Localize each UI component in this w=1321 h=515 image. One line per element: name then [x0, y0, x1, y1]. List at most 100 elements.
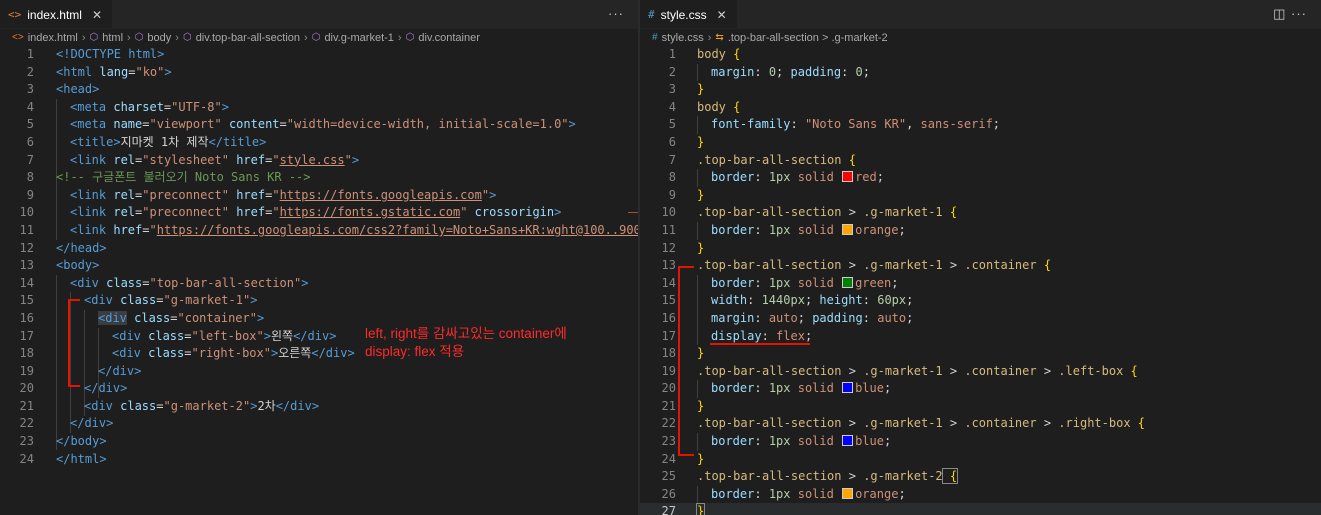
right-tab-bar: # style.css ✕ ◫ ···: [640, 0, 1321, 29]
code-line: 12}: [661, 240, 705, 255]
color-swatch[interactable]: [842, 435, 854, 447]
html-file-icon: <>: [8, 8, 22, 21]
code-line: 2 margin: 0; padding: 0;: [668, 64, 871, 79]
code-line: 14 border: 1px solid green;: [661, 275, 899, 290]
element-icon: ⬡: [89, 32, 99, 43]
close-icon[interactable]: ✕: [92, 8, 102, 22]
close-icon[interactable]: ✕: [717, 8, 727, 22]
element-icon: ⬡: [405, 32, 415, 43]
link[interactable]: https://fonts.googleapis.com: [280, 188, 482, 202]
more-actions-icon[interactable]: ···: [608, 6, 624, 21]
css-file-icon: #: [648, 8, 655, 21]
annotation-bracket: [68, 299, 70, 387]
element-icon: ⬡: [134, 32, 144, 43]
annotation-bracket: [68, 299, 80, 301]
chevron-right-icon: ›: [397, 31, 402, 44]
code-line: 1 <!DOCTYPE html>: [26, 47, 165, 61]
html-code-editor[interactable]: 1 <!DOCTYPE html> 2 <html lang="ko"> 3 <hea…: [0, 46, 638, 515]
code-line: 4 <meta charset="UTF-8">: [26, 99, 229, 114]
color-swatch[interactable]: [842, 487, 854, 499]
code-line: 3 <head>: [26, 82, 100, 97]
code-line: 15 width: 1440px; height: 60px;: [661, 293, 914, 308]
breadcrumb-item[interactable]: body: [147, 32, 171, 44]
color-swatch[interactable]: [842, 171, 854, 183]
breadcrumb: <> index.html › ⬡ html › ⬡ body › ⬡ div.…: [0, 29, 638, 46]
tab-label: index.html: [27, 7, 82, 22]
code-line: 9 <link rel="preconnect" href="https://fo…: [26, 187, 497, 202]
code-line: 13 <body>: [19, 258, 100, 273]
code-line: 6}: [668, 134, 705, 149]
tab-index-html[interactable]: <> index.html ✕: [0, 0, 113, 28]
code-line: 10 .top-bar-all-section > .g-market-1 {: [661, 205, 958, 220]
annotation-bracket: [678, 454, 694, 456]
breadcrumb: # style.css › ⇆ .top-bar-all-section > .…: [640, 29, 1321, 46]
code-line: 10 <link rel="preconnect" href="https://f…: [19, 205, 562, 220]
link[interactable]: style.css: [280, 153, 345, 167]
code-line: 23 </body>: [19, 434, 107, 449]
chevron-right-icon: ›: [304, 31, 308, 44]
tab-style-css[interactable]: # style.css ✕: [640, 0, 737, 28]
code-line: 22 .top-bar-all-section > .g-market-1 > .…: [661, 416, 1145, 431]
code-line: 15 <div class="g-market-1">: [19, 293, 258, 308]
chevron-right-icon: ›: [81, 31, 86, 44]
annotation-note: left, right를 감싸고있는 container에 display: f…: [365, 326, 567, 359]
chevron-right-icon: ›: [175, 31, 179, 44]
code-line: 7 .top-bar-all-section {: [668, 152, 856, 167]
code-line: 19 </div>: [19, 363, 142, 378]
scroll-marker: [628, 212, 638, 213]
code-line: 9}: [668, 187, 705, 202]
annotation-bracket: [68, 385, 80, 387]
chevron-right-icon: ›: [127, 31, 131, 44]
breadcrumb-item[interactable]: div.top-bar-all-section: [196, 32, 300, 44]
breadcrumb-item[interactable]: style.css: [662, 32, 704, 44]
code-line: 13 .top-bar-all-section > .g-market-1 > .…: [661, 258, 1052, 273]
link[interactable]: https://fonts.googleapis.com/css2?family…: [157, 223, 638, 237]
code-line: 20 border: 1px solid blue;: [661, 381, 892, 396]
breadcrumb-item[interactable]: div.container: [418, 32, 480, 44]
breadcrumb-item[interactable]: .top-bar-all-section > .g-market-2: [728, 32, 888, 44]
code-line: 7 <link rel="stylesheet" href="style.css"…: [26, 152, 360, 167]
code-line: 8 border: 1px solid red;: [668, 170, 884, 185]
code-line: 11 <link href="https://fonts.googleapis.c…: [0, 222, 638, 240]
color-swatch[interactable]: [842, 276, 854, 288]
code-line: 21 <div class="g-market-2">2차</div>: [19, 398, 320, 413]
breadcrumb-item[interactable]: index.html: [28, 32, 78, 44]
breadcrumb-item[interactable]: div.g-market-1: [324, 32, 393, 44]
annotation-bracket: [678, 266, 694, 268]
selector-icon: ⇆: [715, 32, 724, 43]
tab-label: style.css: [660, 7, 707, 22]
code-line: 5 font-family: "Noto Sans KR", sans-serif…: [668, 117, 1001, 132]
code-line: 23 border: 1px solid blue;: [661, 434, 892, 449]
code-line: 3}: [668, 82, 705, 97]
code-line: 24 </html>: [19, 451, 107, 466]
code-line: 1 body {: [668, 47, 741, 61]
code-line: 24}: [661, 451, 705, 466]
chevron-right-icon: ›: [707, 31, 712, 44]
code-line: 26 border: 1px solid orange;: [661, 486, 906, 501]
code-line: 6 <title>지마켓 1차 제작</title>: [26, 134, 267, 149]
split-editor-icon[interactable]: ◫ ···: [1273, 6, 1307, 22]
html-file-icon: <>: [12, 32, 24, 43]
annotation-underline: [710, 343, 810, 345]
element-icon: ⬡: [182, 32, 192, 43]
color-swatch[interactable]: [842, 382, 854, 394]
code-line-current: 27}: [640, 503, 1321, 515]
code-line: 14 <div class="top-bar-all-section">: [19, 275, 309, 290]
breadcrumb-item[interactable]: html: [102, 32, 123, 44]
element-icon: ⬡: [311, 32, 321, 43]
annotation-bracket: [678, 266, 680, 456]
code-line: 18}: [661, 346, 705, 361]
code-line: 8 <!-- 구글폰트 불러오기 Noto Sans KR -->: [26, 170, 311, 185]
code-line: 16 margin: auto; padding: auto;: [661, 310, 914, 325]
link[interactable]: https://fonts.gstatic.com: [280, 205, 461, 219]
color-swatch[interactable]: [842, 223, 854, 235]
css-code-editor[interactable]: 1 body { 2 margin: 0; padding: 0; 3} 4 body…: [640, 46, 1321, 515]
left-tab-bar: <> index.html ✕ ···: [0, 0, 638, 29]
code-line: 22 </div>: [19, 416, 114, 431]
code-line: 5 <meta name="viewport" content="width=de…: [26, 117, 576, 132]
code-line: 11 border: 1px solid orange;: [661, 222, 906, 237]
code-line: 4 body {: [668, 99, 741, 114]
code-line: 20 </div>: [19, 381, 128, 396]
css-file-icon: #: [652, 32, 658, 43]
code-line: 19 .top-bar-all-section > .g-market-1 > .…: [661, 363, 1138, 378]
